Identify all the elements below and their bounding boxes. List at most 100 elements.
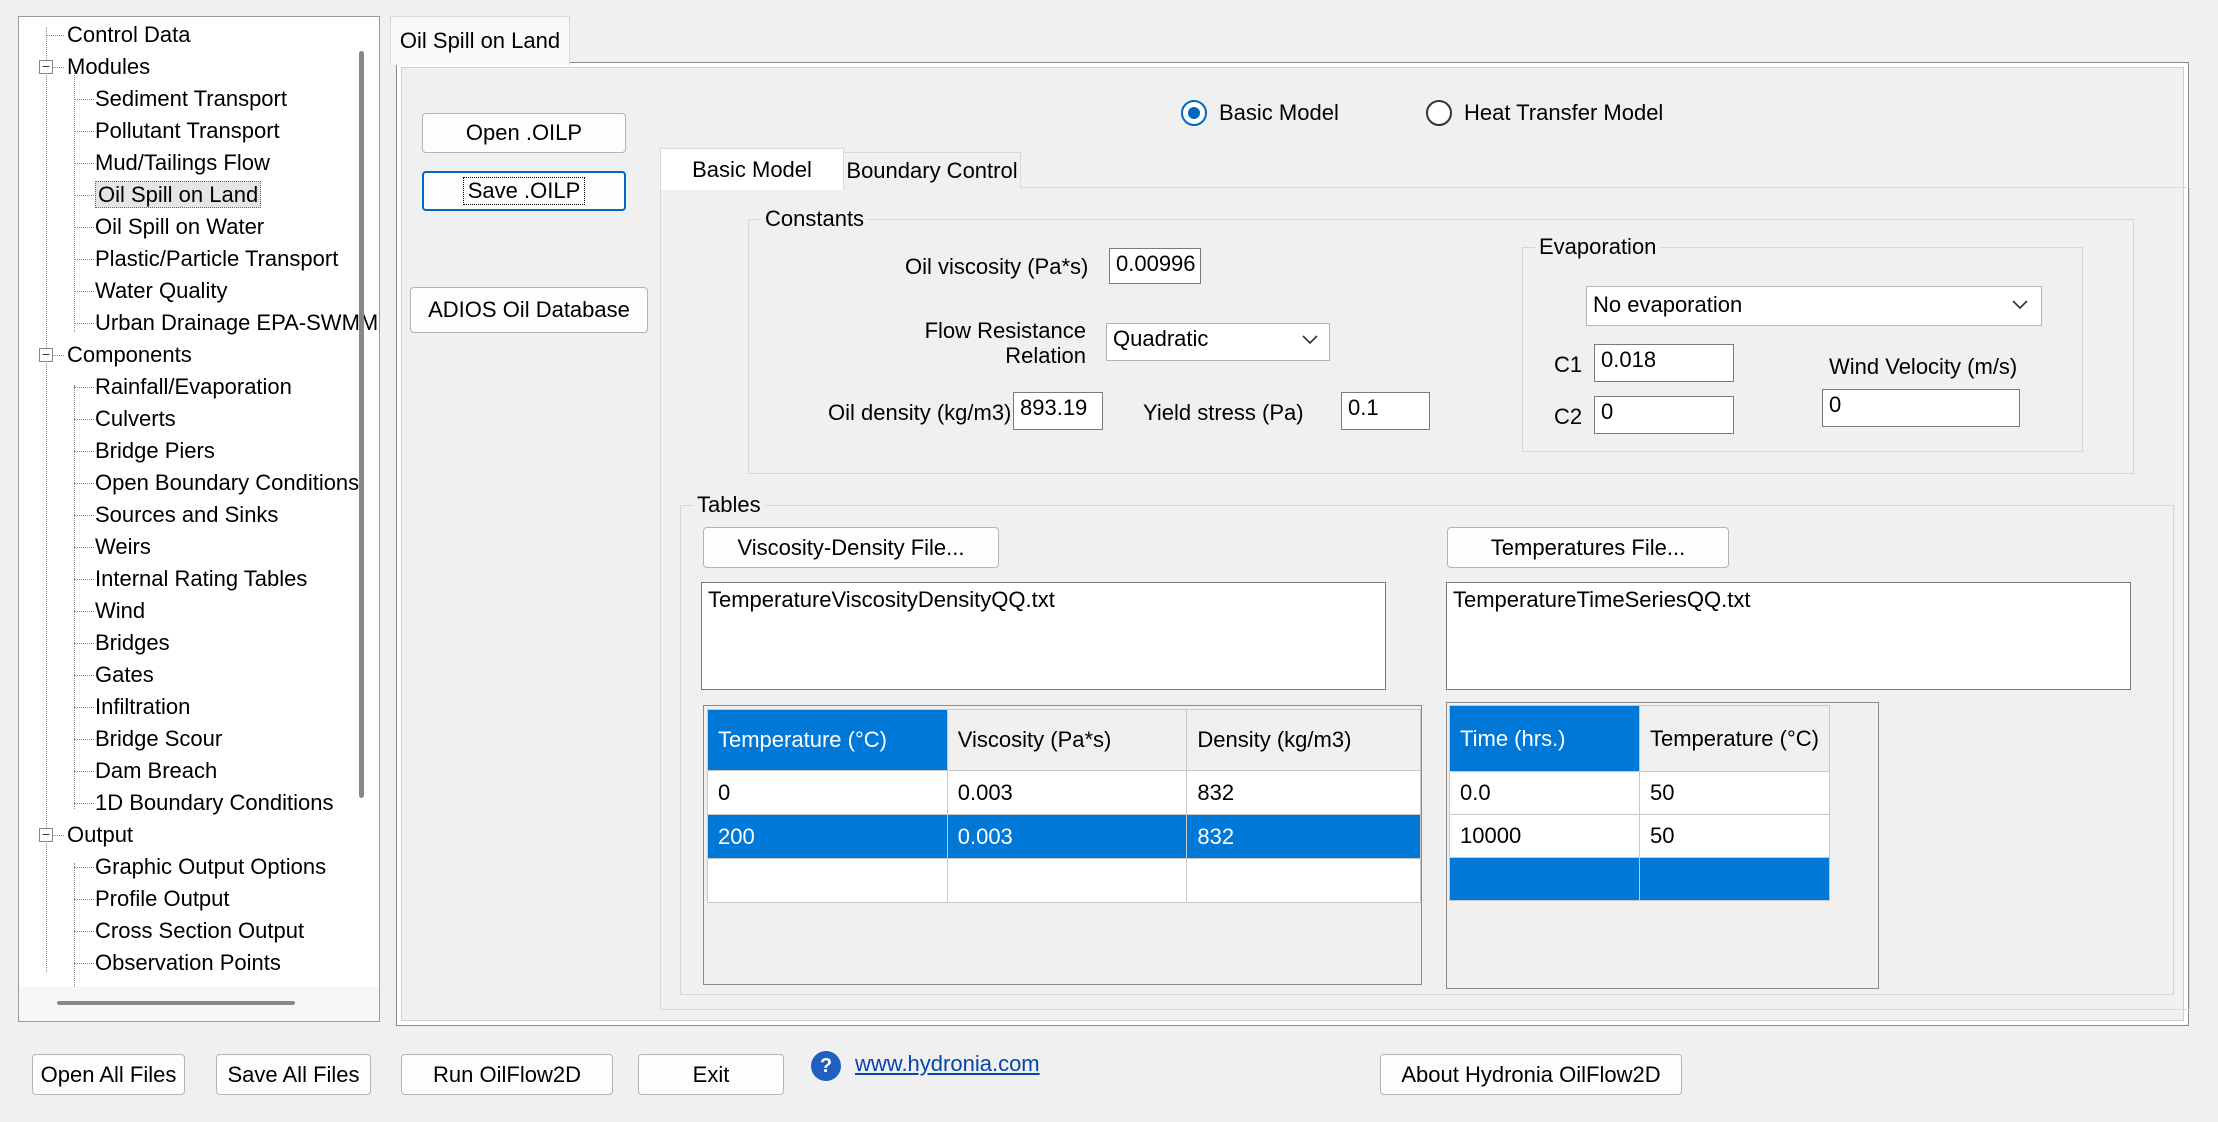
- tree-item-label: Gates: [95, 662, 154, 687]
- save-oilp-button[interactable]: Save .OILP: [422, 171, 626, 211]
- table-row-new[interactable]: [707, 858, 1421, 903]
- tree-item[interactable]: Modules: [67, 52, 150, 82]
- open-all-files-button[interactable]: Open All Files: [32, 1054, 185, 1095]
- c1-label: C1: [1554, 352, 1583, 377]
- evaporation-select[interactable]: No evaporation: [1586, 286, 2042, 326]
- tree-item-label: Observation Points: [95, 950, 281, 975]
- tree-item[interactable]: Observation Points: [95, 948, 281, 978]
- table-row[interactable]: 0.0 50: [1449, 771, 1830, 815]
- tree-item[interactable]: Graphic Output Options: [95, 852, 326, 882]
- viscosity-grid-header[interactable]: Temperature (°C): [707, 709, 948, 771]
- table-row[interactable]: 0 0.003 832: [707, 770, 1421, 815]
- tree-item[interactable]: Components: [67, 340, 192, 370]
- viscosity-density-file-button[interactable]: Viscosity-Density File...: [703, 527, 999, 568]
- tree-line: [74, 67, 75, 332]
- tree-item[interactable]: Infiltration: [95, 692, 190, 722]
- tree-item[interactable]: Oil Spill on Land: [95, 180, 262, 210]
- tree-collapse-icon[interactable]: −: [39, 347, 53, 362]
- viscosity-grid-header[interactable]: Density (kg/m3): [1186, 709, 1421, 771]
- tree-item[interactable]: Pollutant Transport: [95, 116, 280, 146]
- chevron-down-icon: [2011, 289, 2029, 325]
- table-cell[interactable]: 50: [1639, 771, 1830, 815]
- tree-item[interactable]: Bridge Piers: [95, 436, 215, 466]
- tree-item-label: Internal Rating Tables: [95, 566, 308, 591]
- table-cell[interactable]: 50: [1639, 814, 1830, 858]
- table-cell[interactable]: [1639, 857, 1830, 901]
- tree-item[interactable]: Urban Drainage EPA-SWMM: [95, 308, 378, 338]
- table-cell[interactable]: 0.003: [946, 814, 1188, 859]
- tree-item[interactable]: Sources and Sinks: [95, 500, 278, 530]
- tab-oil-spill-on-land[interactable]: Oil Spill on Land: [390, 16, 570, 65]
- tree-item[interactable]: Bridge Scour: [95, 724, 222, 754]
- tree-hscrollbar[interactable]: [57, 1001, 295, 1005]
- table-row-new[interactable]: [1449, 857, 1830, 901]
- table-cell[interactable]: 10000: [1449, 814, 1640, 858]
- tree-item[interactable]: Profile Output: [95, 884, 230, 914]
- oil-density-input[interactable]: 893.19: [1013, 392, 1103, 430]
- hydronia-link[interactable]: www.hydronia.com: [855, 1051, 1040, 1077]
- tree-item[interactable]: Control Data: [67, 20, 191, 50]
- tree-item[interactable]: Water Quality: [95, 276, 227, 306]
- table-cell[interactable]: 832: [1186, 814, 1421, 859]
- about-hydronia-button[interactable]: About Hydronia OilFlow2D: [1380, 1054, 1682, 1095]
- tree-item[interactable]: Plastic/Particle Transport: [95, 244, 338, 274]
- temperatures-file-button[interactable]: Temperatures File...: [1447, 527, 1729, 568]
- viscosity-grid[interactable]: Temperature (°C) Viscosity (Pa*s) Densit…: [703, 705, 1422, 985]
- tree-item[interactable]: Rainfall/Evaporation: [95, 372, 292, 402]
- tree-collapse-icon[interactable]: −: [39, 59, 53, 74]
- c1-input[interactable]: 0.018: [1594, 344, 1734, 382]
- table-cell[interactable]: 0: [707, 770, 948, 815]
- c2-input[interactable]: 0: [1594, 396, 1734, 434]
- temperature-grid-header[interactable]: Time (hrs.): [1449, 705, 1640, 772]
- tree-item[interactable]: Culverts: [95, 404, 176, 434]
- tree-item[interactable]: Mud/Tailings Flow: [95, 148, 270, 178]
- basic-model-radio[interactable]: [1181, 100, 1207, 126]
- viscosity-grid-header[interactable]: Viscosity (Pa*s): [946, 709, 1188, 771]
- exit-button[interactable]: Exit: [638, 1054, 784, 1095]
- yield-stress-input[interactable]: 0.1: [1341, 392, 1430, 430]
- oil-viscosity-input[interactable]: 0.00996: [1109, 248, 1201, 284]
- table-cell[interactable]: 200: [707, 814, 948, 859]
- viscosity-file-textbox[interactable]: TemperatureViscosityDensityQQ.txt: [701, 582, 1386, 690]
- tab-boundary-control[interactable]: Boundary Control: [843, 152, 1021, 188]
- module-tree[interactable]: Control Data − Modules Sediment Transport Po…: [18, 16, 380, 1022]
- table-cell[interactable]: [1449, 857, 1640, 901]
- table-cell[interactable]: 0.0: [1449, 771, 1640, 815]
- tree-item[interactable]: Dam Breach: [95, 756, 217, 786]
- flow-resistance-select[interactable]: Quadratic: [1106, 323, 1330, 361]
- open-oilp-button[interactable]: Open .OILP: [422, 113, 626, 153]
- tree-item[interactable]: Internal Rating Tables: [95, 564, 307, 594]
- tree-item[interactable]: Open Boundary Conditions: [95, 468, 359, 498]
- tree-item[interactable]: Oil Spill on Water: [95, 212, 264, 242]
- tree-item[interactable]: Bridges: [95, 628, 170, 658]
- table-cell[interactable]: [707, 858, 948, 903]
- temperature-grid-header[interactable]: Temperature (°C): [1639, 705, 1830, 772]
- table-row[interactable]: 200 0.003 832: [707, 814, 1421, 859]
- tab-basic-model[interactable]: Basic Model: [660, 148, 844, 190]
- tree-line: [74, 131, 94, 132]
- table-cell[interactable]: [946, 858, 1188, 903]
- temperature-file-textbox[interactable]: TemperatureTimeSeriesQQ.txt: [1446, 582, 2131, 690]
- adios-oil-database-button[interactable]: ADIOS Oil Database: [410, 287, 648, 333]
- tree-item[interactable]: 1D Boundary Conditions: [95, 788, 333, 818]
- tree-item[interactable]: Wind: [95, 596, 145, 626]
- tree-item[interactable]: Cross Section Output: [95, 916, 304, 946]
- temperature-grid[interactable]: Time (hrs.) Temperature (°C) 0.0 50 1000…: [1446, 702, 1879, 989]
- tree-item[interactable]: Output: [67, 820, 133, 850]
- table-cell[interactable]: 0.003: [946, 770, 1188, 815]
- help-icon[interactable]: ?: [811, 1051, 841, 1081]
- run-oilflow2d-button[interactable]: Run OilFlow2D: [401, 1054, 613, 1095]
- table-row[interactable]: 10000 50: [1449, 814, 1830, 858]
- save-all-files-button[interactable]: Save All Files: [216, 1054, 371, 1095]
- heat-transfer-model-radio[interactable]: [1426, 100, 1452, 126]
- tree-item-label: Mud/Tailings Flow: [95, 150, 270, 175]
- tree-item[interactable]: Weirs: [95, 532, 151, 562]
- tree-item[interactable]: Gates: [95, 660, 154, 690]
- tree-collapse-icon[interactable]: −: [39, 827, 53, 842]
- tree-item[interactable]: Sediment Transport: [95, 84, 287, 114]
- tree-item-label: Weirs: [95, 534, 151, 559]
- wind-velocity-input[interactable]: 0: [1822, 389, 2020, 427]
- tree-vscrollbar[interactable]: [359, 51, 364, 798]
- table-cell[interactable]: [1186, 858, 1421, 903]
- table-cell[interactable]: 832: [1186, 770, 1421, 815]
